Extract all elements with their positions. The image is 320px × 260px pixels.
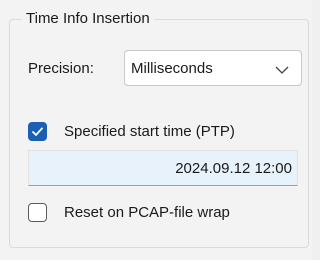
time-info-panel: Time Info Insertion Precision: Milliseco… xyxy=(0,0,312,260)
precision-selected-value: Milliseconds xyxy=(131,60,213,77)
start-time-input[interactable]: 2024.09.12 12:00 xyxy=(28,150,298,186)
start-time-value: 2024.09.12 12:00 xyxy=(175,160,292,177)
reset-on-wrap-checkbox[interactable] xyxy=(28,203,47,222)
start-time-checkbox[interactable] xyxy=(28,122,47,141)
precision-label: Precision: xyxy=(28,60,94,77)
chevron-down-icon xyxy=(275,63,289,75)
checkmark-icon xyxy=(31,127,44,137)
reset-on-wrap-label[interactable]: Reset on PCAP-file wrap xyxy=(64,204,230,222)
precision-dropdown[interactable]: Milliseconds xyxy=(124,50,302,86)
group-title: Time Info Insertion xyxy=(22,10,154,28)
start-time-label[interactable]: Specified start time (PTP) xyxy=(64,123,235,141)
